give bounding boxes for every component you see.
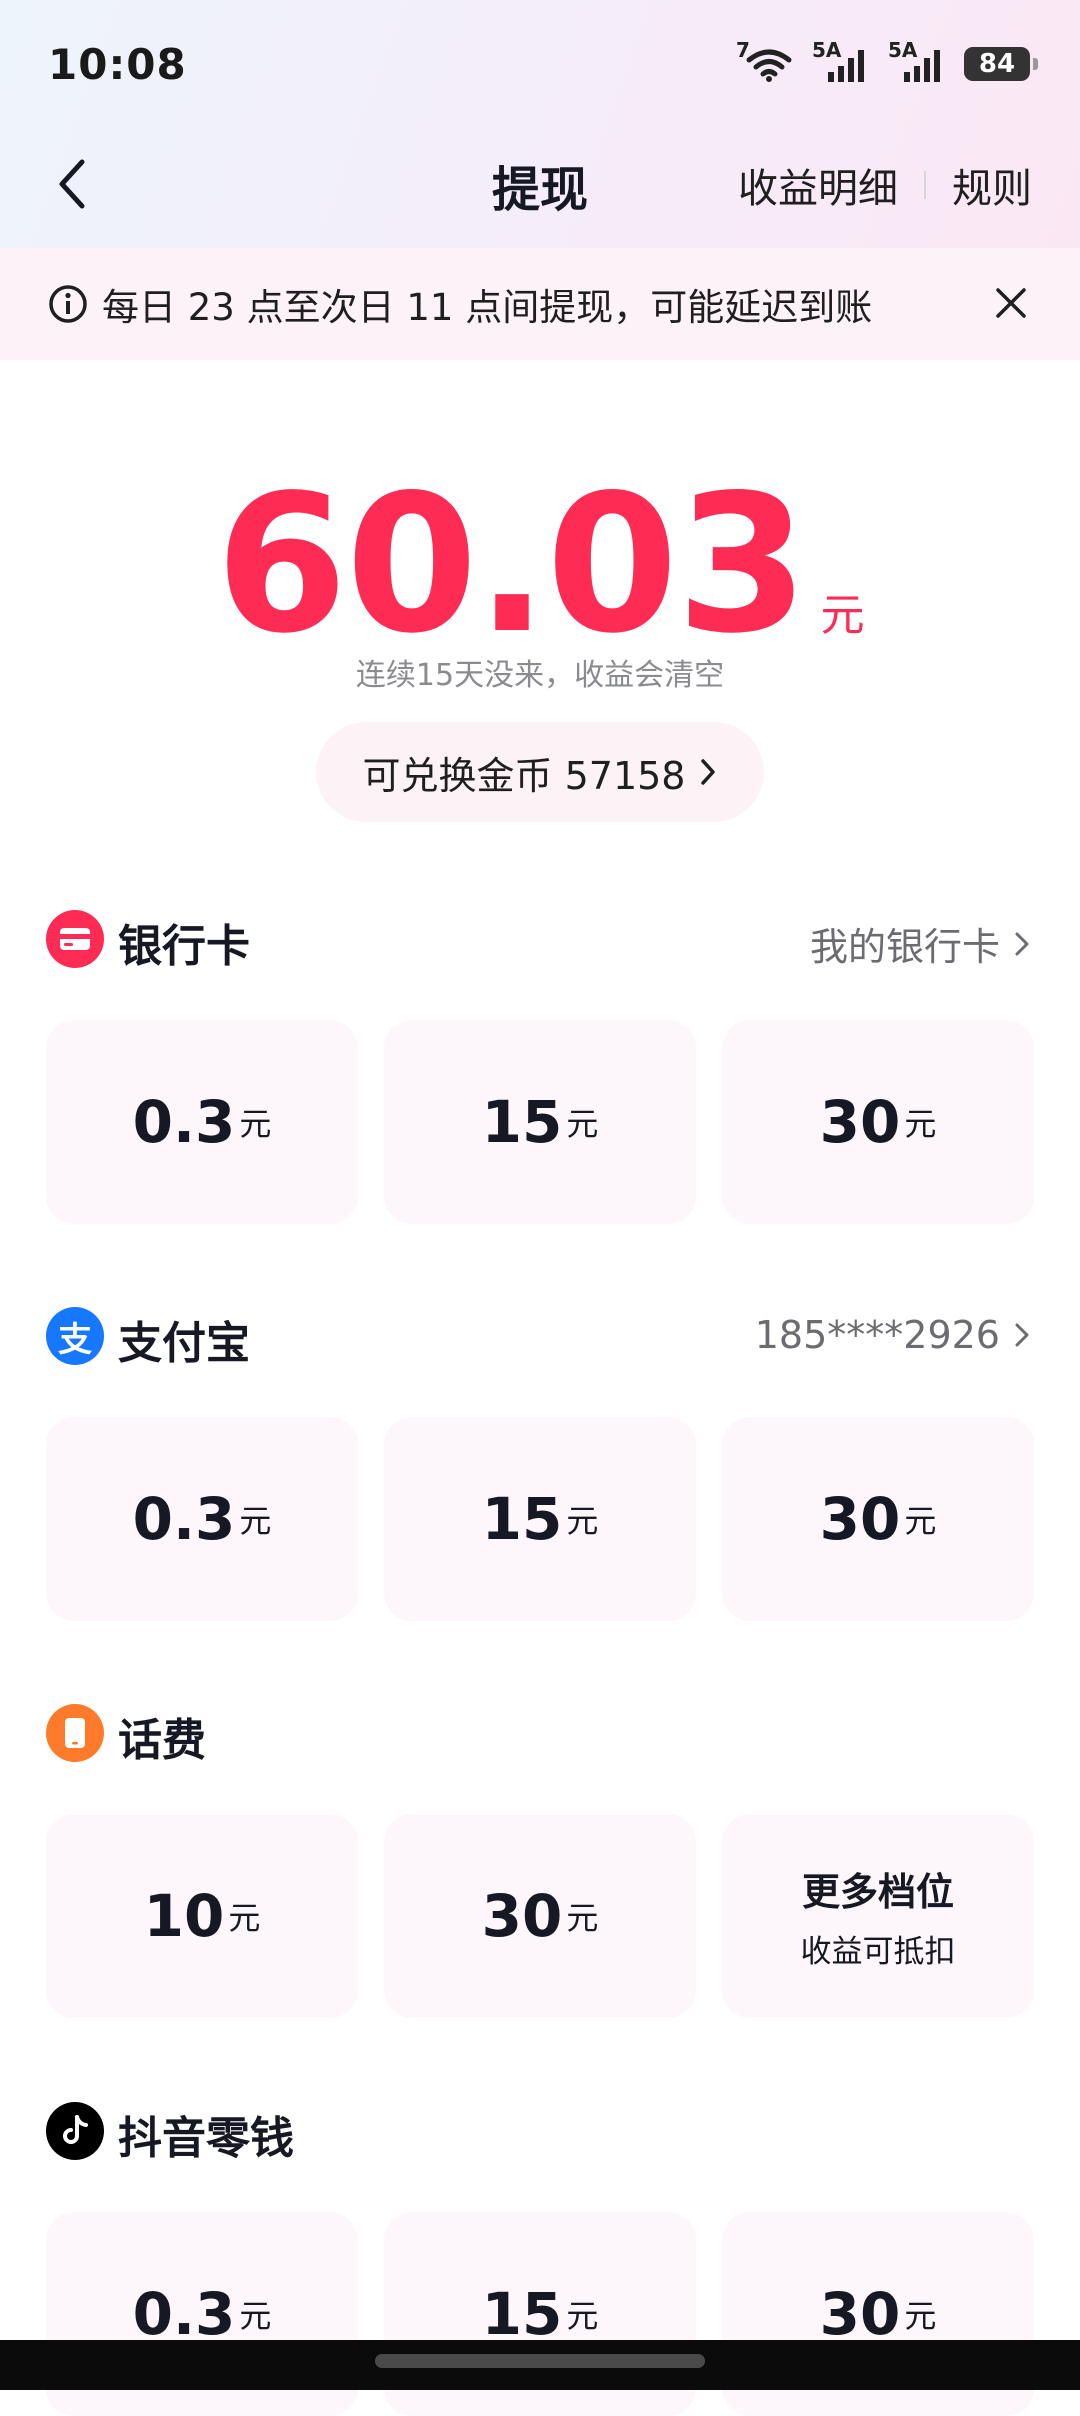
wifi-icon: 7 [736, 38, 796, 86]
status-bar: 10:08 7 5A 5A 84 [0, 0, 1080, 130]
cellular-signal-icon: 5A [812, 38, 872, 86]
section-title: 支付宝 [118, 1318, 250, 1369]
exchange-coins-label: 可兑换金币 57158 [362, 753, 686, 798]
amount-unit: 元 [566, 1899, 599, 1937]
more-tiers-option[interactable]: 更多档位 收益可抵扣 [722, 1814, 1034, 2018]
amount-unit: 元 [566, 1502, 599, 1540]
amount-value: 30 [481, 1882, 563, 1950]
system-icons: 7 5A 5A 84 [736, 38, 1038, 86]
bank-card-options: 0.3 元 15 元 30 元 [46, 1020, 1034, 1224]
my-bank-card-link[interactable]: 我的银行卡 [810, 916, 1030, 971]
amount-unit: 元 [228, 1899, 261, 1937]
amount-unit: 元 [904, 2297, 937, 2335]
amount-option[interactable]: 0.3 元 [46, 1417, 358, 1621]
navigation-bar: 提现 收益明细 规则 [0, 130, 1080, 240]
info-icon [49, 285, 87, 323]
alipay-icon: 支 [46, 1307, 104, 1365]
amount-value: 10 [143, 1882, 225, 1950]
close-icon[interactable] [992, 284, 1030, 322]
chevron-right-icon [1015, 1323, 1029, 1347]
rules-link[interactable]: 规则 [952, 156, 1032, 214]
nav-actions: 收益明细 规则 [738, 156, 1032, 214]
balance-display: 60.03 元 [0, 470, 1080, 660]
amount-value: 30 [819, 2280, 901, 2348]
section-phone-topup: 话费 [0, 1694, 1080, 1774]
amount-option[interactable]: 15 元 [384, 1417, 696, 1621]
amount-value: 0.3 [132, 2280, 236, 2348]
chevron-right-icon [1015, 932, 1029, 955]
home-indicator[interactable] [375, 2354, 705, 2368]
notice-banner: 每日 23 点至次日 11 点间提现，可能延迟到账 [0, 248, 1080, 360]
amount-option[interactable]: 15 元 [384, 1020, 696, 1224]
amount-value: 15 [481, 1485, 563, 1553]
amount-value: 30 [819, 1485, 901, 1553]
amount-option[interactable]: 0.3 元 [46, 1020, 358, 1224]
more-tiers-label: 更多档位 [801, 1870, 954, 1914]
balance-amount: 60.03 [215, 454, 809, 675]
amount-value: 30 [819, 1088, 901, 1156]
phone-topup-options: 10 元 30 元 更多档位 收益可抵扣 [46, 1814, 1034, 2018]
link-label: 我的银行卡 [809, 925, 1000, 969]
amount-option[interactable]: 30 元 [722, 1020, 1034, 1224]
phone-icon [46, 1704, 104, 1762]
amount-unit: 元 [566, 1105, 599, 1143]
section-title: 话费 [118, 1715, 206, 1766]
balance-note: 连续15天没来，收益会清空 [355, 658, 725, 693]
amount-value: 15 [481, 1088, 563, 1156]
section-title: 银行卡 [118, 921, 250, 972]
amount-unit: 元 [904, 1502, 937, 1540]
income-detail-link[interactable]: 收益明细 [738, 156, 898, 214]
amount-unit: 元 [904, 1105, 937, 1143]
chevron-right-icon [701, 759, 716, 785]
page-title-text: 提现 [491, 162, 588, 218]
amount-option[interactable]: 30 元 [384, 1814, 696, 2018]
alipay-options: 0.3 元 15 元 30 元 [46, 1417, 1034, 1621]
amount-option[interactable]: 10 元 [46, 1814, 358, 2018]
section-title: 抖音零钱 [118, 2113, 294, 2164]
section-alipay: 支 支付宝 185****2926 [0, 1297, 1080, 1377]
cellular-signal-icon-2: 5A [888, 38, 948, 86]
link-label: 185****2926 [754, 1313, 1000, 1357]
amount-unit: 元 [239, 1502, 272, 1540]
clock: 10:08 [48, 40, 187, 89]
amount-unit: 元 [566, 2297, 599, 2335]
section-bank-card: 银行卡 我的银行卡 [0, 900, 1080, 980]
amount-value: 0.3 [132, 1088, 236, 1156]
alipay-account-link[interactable]: 185****2926 [755, 1313, 1030, 1357]
amount-option[interactable]: 30 元 [722, 1417, 1034, 1621]
amount-unit: 元 [239, 2297, 272, 2335]
battery-indicator: 84 [964, 47, 1038, 81]
amount-value: 0.3 [132, 1485, 236, 1553]
amount-value: 15 [481, 2280, 563, 2348]
divider [924, 171, 926, 199]
exchange-coins-button[interactable]: 可兑换金币 57158 [316, 722, 764, 822]
notice-text: 每日 23 点至次日 11 点间提现，可能延迟到账 [102, 286, 873, 329]
balance-unit: 元 [820, 590, 865, 641]
amount-unit: 元 [239, 1105, 272, 1143]
more-tiers-subtitle: 收益可抵扣 [800, 1934, 956, 1970]
douyin-icon [46, 2102, 104, 2160]
section-douyin-wallet: 抖音零钱 [0, 2092, 1080, 2172]
bank-card-icon [46, 910, 104, 968]
